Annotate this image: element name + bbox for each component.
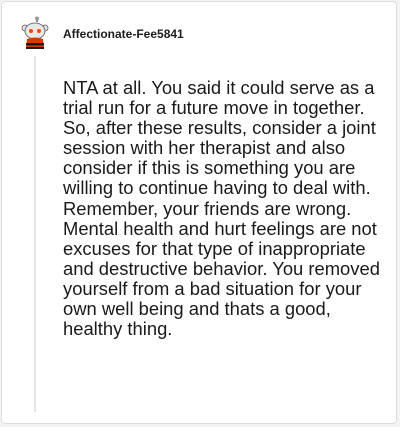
comment-card: Affectionate-Fee5841 NTA at all. You sai… xyxy=(1,1,397,424)
user-avatar-icon[interactable] xyxy=(20,16,50,50)
comment-body: NTA at all. You said it could serve as a… xyxy=(63,77,380,340)
thread-collapse-line[interactable] xyxy=(34,56,36,412)
comment-author[interactable]: Affectionate-Fee5841 xyxy=(63,25,184,43)
